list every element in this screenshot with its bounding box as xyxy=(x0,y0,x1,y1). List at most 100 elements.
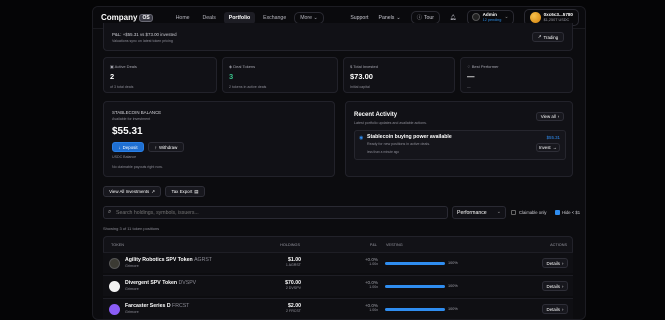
token-name: Farcaster Series D xyxy=(125,303,171,309)
stat-label: Active Deals xyxy=(114,64,137,69)
vesting-percent: 100% xyxy=(448,307,458,311)
table-row[interactable]: Divergent SPV Token DVSPV Grimore $70.00… xyxy=(103,275,573,296)
arrow-right-icon: → xyxy=(552,145,558,150)
nav-portfolio[interactable]: Portfolio xyxy=(223,11,256,24)
download-icon: ↓ xyxy=(118,144,121,150)
holding-qty: 1 AGRST xyxy=(285,263,301,267)
stat-value: — xyxy=(467,72,475,81)
holdings-table: TOKEN HOLDINGS P&L VESTING ACTIONS xyxy=(103,236,573,252)
holding-qty: 2 FRCST xyxy=(286,309,301,313)
nav-more[interactable]: More ⌄ xyxy=(294,11,324,24)
table-row[interactable]: Farcaster Series D FRCST Grimore $2.00 2 … xyxy=(103,298,573,319)
view-all-investments-button[interactable]: View All Investments ↗ xyxy=(103,186,161,197)
chevron-right-icon: › xyxy=(561,283,564,289)
vesting-fill xyxy=(385,308,445,311)
stat-total-invested: $ Total Invested $73.00 Initial capital xyxy=(343,57,455,93)
activity-title: Recent Activity xyxy=(354,112,398,118)
recent-activity-card: Recent Activity Latest portfolio updates… xyxy=(345,101,573,177)
token-name: Divergent SPV Token xyxy=(125,280,178,286)
deposit-button[interactable]: ↓ Deposit xyxy=(112,142,144,152)
col-actions: ACTIONS xyxy=(550,243,567,247)
logo-badge: OS xyxy=(139,13,153,22)
chevron-down-icon: ⌄ xyxy=(313,14,318,21)
info-icon: ◉ xyxy=(359,135,364,141)
details-label: Details xyxy=(546,283,560,289)
token-symbol: DVSPV xyxy=(178,280,197,286)
nav-support[interactable]: Support xyxy=(350,15,368,21)
tour-label: Tour xyxy=(423,14,435,21)
deposit-label: Deposit xyxy=(122,144,138,150)
details-button[interactable]: Details › xyxy=(542,281,568,291)
activity-item-time: less than a minute ago xyxy=(367,150,400,154)
stat-label: Best Performer xyxy=(471,64,499,69)
details-label: Details xyxy=(546,260,560,266)
nav-home[interactable]: Home xyxy=(171,12,195,24)
claimable-checkbox[interactable] xyxy=(511,210,516,215)
activity-item: ◉ Stablecoin buying power available Read… xyxy=(354,130,566,160)
upload-icon: ↑ xyxy=(154,144,157,150)
hide-small-checkbox[interactable] xyxy=(555,210,560,215)
invest-button[interactable]: Invest → xyxy=(536,143,560,152)
chevron-down-icon: ⌄ xyxy=(504,14,509,21)
app-window: Company OS Home Deals Portfolio Exchange… xyxy=(92,6,586,320)
stat-value: 3 xyxy=(229,72,234,81)
admin-pending: 12 pending xyxy=(482,17,502,22)
details-button[interactable]: Details › xyxy=(542,258,568,268)
token-issuer: Grimore xyxy=(125,287,139,291)
help-circle-icon: ⓘ xyxy=(416,15,422,21)
activity-item-title: Stablecoin buying power available xyxy=(367,134,452,140)
panels-dropdown[interactable]: Panels ⌄ xyxy=(378,15,400,21)
token-logo xyxy=(109,281,120,292)
hide-small-label: Hide < $1 xyxy=(562,210,581,215)
logo[interactable]: Company OS xyxy=(101,13,153,22)
nav-deals[interactable]: Deals xyxy=(198,12,221,24)
stat-best-performer: ♢ Best Performer — — xyxy=(460,57,573,93)
search-bar[interactable]: ⌕ xyxy=(103,206,448,219)
view-all-label: View all xyxy=(540,114,556,119)
external-link-icon: ↗ xyxy=(151,188,155,194)
invest-label: Invest xyxy=(538,145,551,150)
usdc-balance-label: USDC Balance xyxy=(112,155,137,159)
nav-exchange[interactable]: Exchange xyxy=(258,12,291,24)
token-logo xyxy=(109,304,120,315)
pnl-multiple: 1.00x xyxy=(369,262,378,266)
tag-icon: ◈ xyxy=(229,64,233,69)
pnl-summary: P&L: +$55.31 vs $73.00 invested xyxy=(112,32,177,37)
details-label: Details xyxy=(546,306,560,312)
vesting-fill xyxy=(385,285,445,288)
chevron-down-icon: ⌄ xyxy=(496,209,501,215)
arrow-right-icon: › xyxy=(557,114,560,119)
tax-export-label: Tax Export xyxy=(171,189,193,194)
details-button[interactable]: Details › xyxy=(542,304,568,314)
search-icon: ⌕ xyxy=(108,209,112,215)
view-all-button[interactable]: View all › xyxy=(536,112,564,121)
sort-select[interactable]: Performance ⌄ xyxy=(452,206,506,219)
bell-icon[interactable]: 🔔︎ xyxy=(450,15,457,21)
stat-sub: of 3 total deals xyxy=(110,85,134,89)
col-holdings: HOLDINGS xyxy=(280,243,300,247)
wallet-balance: $1,250T USDC xyxy=(543,17,570,22)
stablecoin-value: $55.31 xyxy=(112,126,143,137)
pnl-sync-note: Valuations sync on latest token pricing xyxy=(112,39,173,43)
withdraw-button[interactable]: ↑ Withdraw xyxy=(148,142,184,152)
stat-deal-tokens: ◈ Deal Tokens 3 2 tokens in active deals xyxy=(222,57,338,93)
token-name: Agility Robotics SPV Token xyxy=(125,257,193,263)
activity-item-amount: $55.31 xyxy=(546,135,560,140)
logo-text: Company xyxy=(101,13,138,22)
wallet-avatar xyxy=(529,12,541,23)
trading-button[interactable]: ↗ Trading xyxy=(532,32,564,42)
pnl-multiple: 1.00x xyxy=(369,308,378,312)
stat-label: Total Invested xyxy=(353,64,378,69)
token-issuer: Grimore xyxy=(125,310,139,314)
tax-export-button[interactable]: Tax Export ▤ xyxy=(165,186,205,197)
search-input[interactable] xyxy=(116,208,436,218)
vesting-percent: 100% xyxy=(448,261,458,265)
pnl-multiple: 1.00x xyxy=(369,285,378,289)
trading-label: Trading xyxy=(543,34,559,40)
vesting-bar xyxy=(385,285,445,288)
table-row[interactable]: Agility Robotics SPV Token AGRST Grimore… xyxy=(103,252,573,273)
token-logo xyxy=(109,258,120,269)
col-pnl: P&L xyxy=(369,243,377,247)
activity-item-sub: Ready for new positions in active deals. xyxy=(367,142,431,146)
vesting-percent: 100% xyxy=(448,284,458,288)
